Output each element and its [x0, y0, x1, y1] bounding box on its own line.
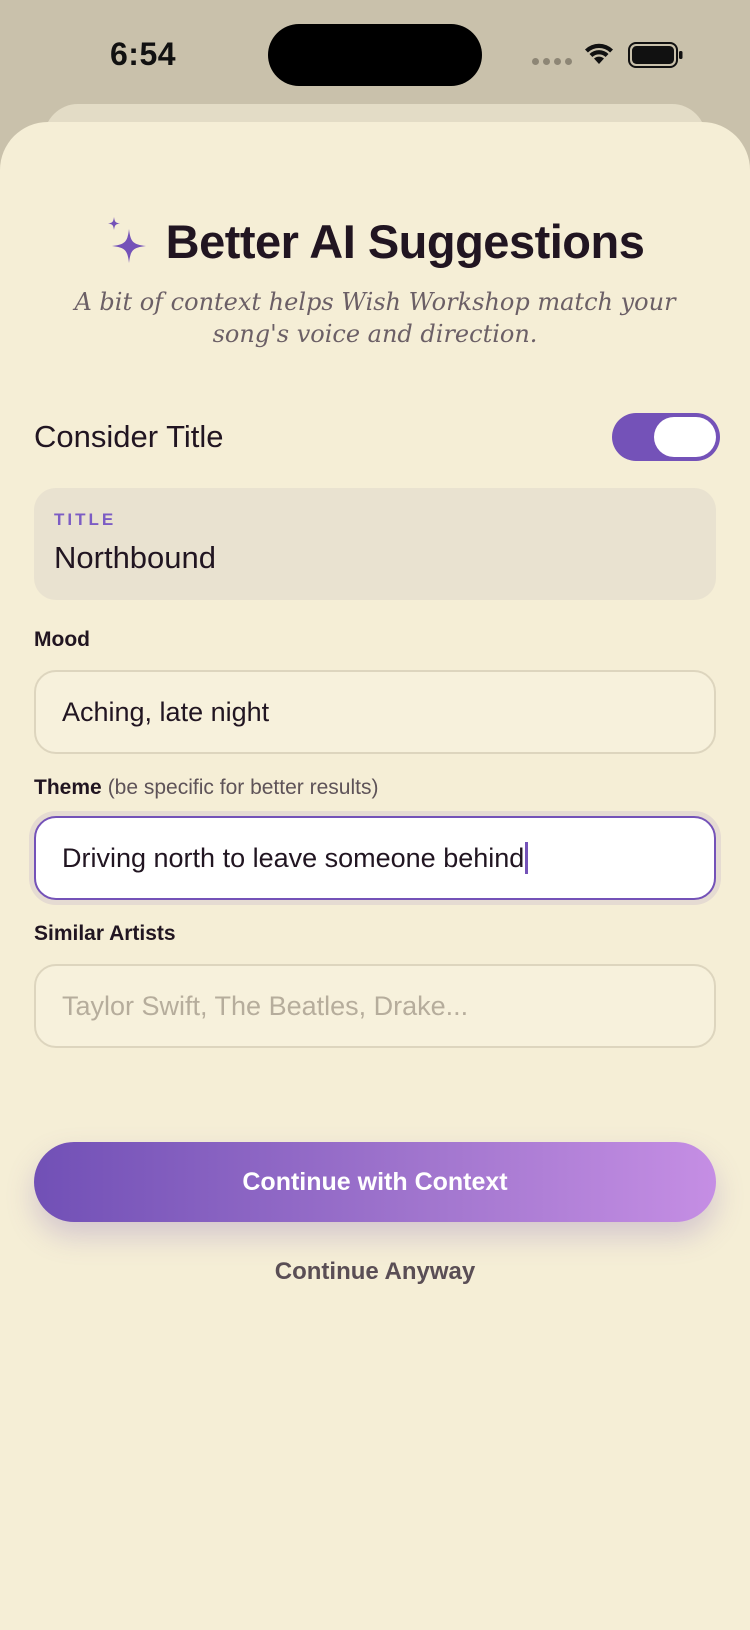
- status-time: 6:54: [110, 36, 177, 72]
- consider-title-label: Consider Title: [34, 419, 224, 454]
- theme-hint: (be specific for better results): [107, 776, 379, 799]
- dynamic-island: [268, 24, 482, 86]
- battery-icon: [628, 42, 683, 68]
- title-field: TITLE Northbound: [34, 488, 716, 600]
- theme-label-row: Theme (be specific for better results): [34, 776, 378, 800]
- mood-label: Mood: [34, 628, 90, 651]
- text-caret: [525, 842, 529, 874]
- wifi-icon: [585, 43, 613, 64]
- continue-with-context-button[interactable]: Continue with Context: [34, 1142, 716, 1222]
- context-sheet: Better AI Suggestions A bit of context h…: [0, 122, 750, 1630]
- title-field-value: Northbound: [54, 540, 217, 575]
- similar-artists-placeholder: Taylor Swift, The Beatles, Drake...: [62, 990, 469, 1021]
- consider-title-row: Consider Title: [34, 412, 720, 462]
- mood-input-value: Aching, late night: [62, 696, 270, 727]
- page-title: Better AI Suggestions: [165, 215, 645, 268]
- toggle-knob: [654, 417, 716, 457]
- mood-input[interactable]: Aching, late night: [34, 670, 716, 754]
- cellular-signal-icon: [532, 58, 572, 65]
- similar-artists-input[interactable]: Taylor Swift, The Beatles, Drake...: [34, 964, 716, 1048]
- status-bar: 6:54: [0, 0, 750, 110]
- title-field-label: TITLE: [54, 510, 117, 529]
- similar-artists-label: Similar Artists: [34, 922, 176, 945]
- theme-input-value: Driving north to leave someone behind: [62, 842, 525, 873]
- consider-title-toggle[interactable]: [612, 413, 720, 461]
- sparkles-icon: [107, 216, 146, 263]
- header: Better AI Suggestions: [0, 214, 750, 269]
- theme-input[interactable]: Driving north to leave someone behind: [34, 816, 716, 900]
- page-subtitle: A bit of context helps Wish Workshop mat…: [74, 288, 676, 348]
- theme-label: Theme: [34, 776, 102, 799]
- continue-anyway-button[interactable]: Continue Anyway: [0, 1258, 750, 1286]
